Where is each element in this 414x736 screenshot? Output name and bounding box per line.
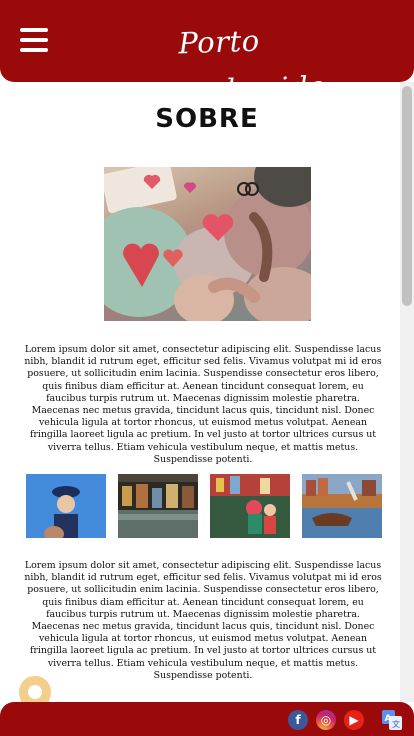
about-paragraph-2: Lorem ipsum dolor sit amet, consectetur … [24, 560, 382, 681]
image-gallery [26, 474, 382, 538]
instagram-icon[interactable]: ◎ [316, 710, 336, 730]
character-illustration [26, 474, 106, 538]
city-illustration [118, 474, 198, 538]
hearts-collage [123, 174, 273, 303]
main-photo [104, 167, 311, 321]
festival-illustration [210, 474, 290, 538]
gallery-thumb-2[interactable] [118, 474, 198, 538]
youtube-icon[interactable]: ▶ [344, 710, 364, 730]
svg-text:A: A [385, 714, 392, 724]
app-footer: f ◎ ▶ A 文 [0, 702, 414, 736]
gallery-thumb-1[interactable] [26, 474, 106, 538]
main-content: SOBRE Lorem ipsum dolor sit amet, consec… [0, 82, 400, 702]
svg-text:文: 文 [392, 719, 400, 729]
harbor-illustration [302, 474, 382, 538]
scrollbar-thumb[interactable] [402, 86, 412, 306]
gallery-thumb-4[interactable] [302, 474, 382, 538]
facebook-icon[interactable]: f [288, 710, 308, 730]
gallery-thumb-3[interactable] [210, 474, 290, 538]
page-title: SOBRE [155, 104, 259, 134]
app-header: Porto Desconhecido [0, 0, 414, 111]
about-paragraph-1: Lorem ipsum dolor sit amet, consectetur … [24, 344, 382, 465]
site-logo[interactable]: Porto Desconhecido [103, 14, 335, 111]
hamburger-menu-icon[interactable] [20, 28, 48, 54]
translate-icon[interactable]: A 文 [382, 710, 402, 730]
